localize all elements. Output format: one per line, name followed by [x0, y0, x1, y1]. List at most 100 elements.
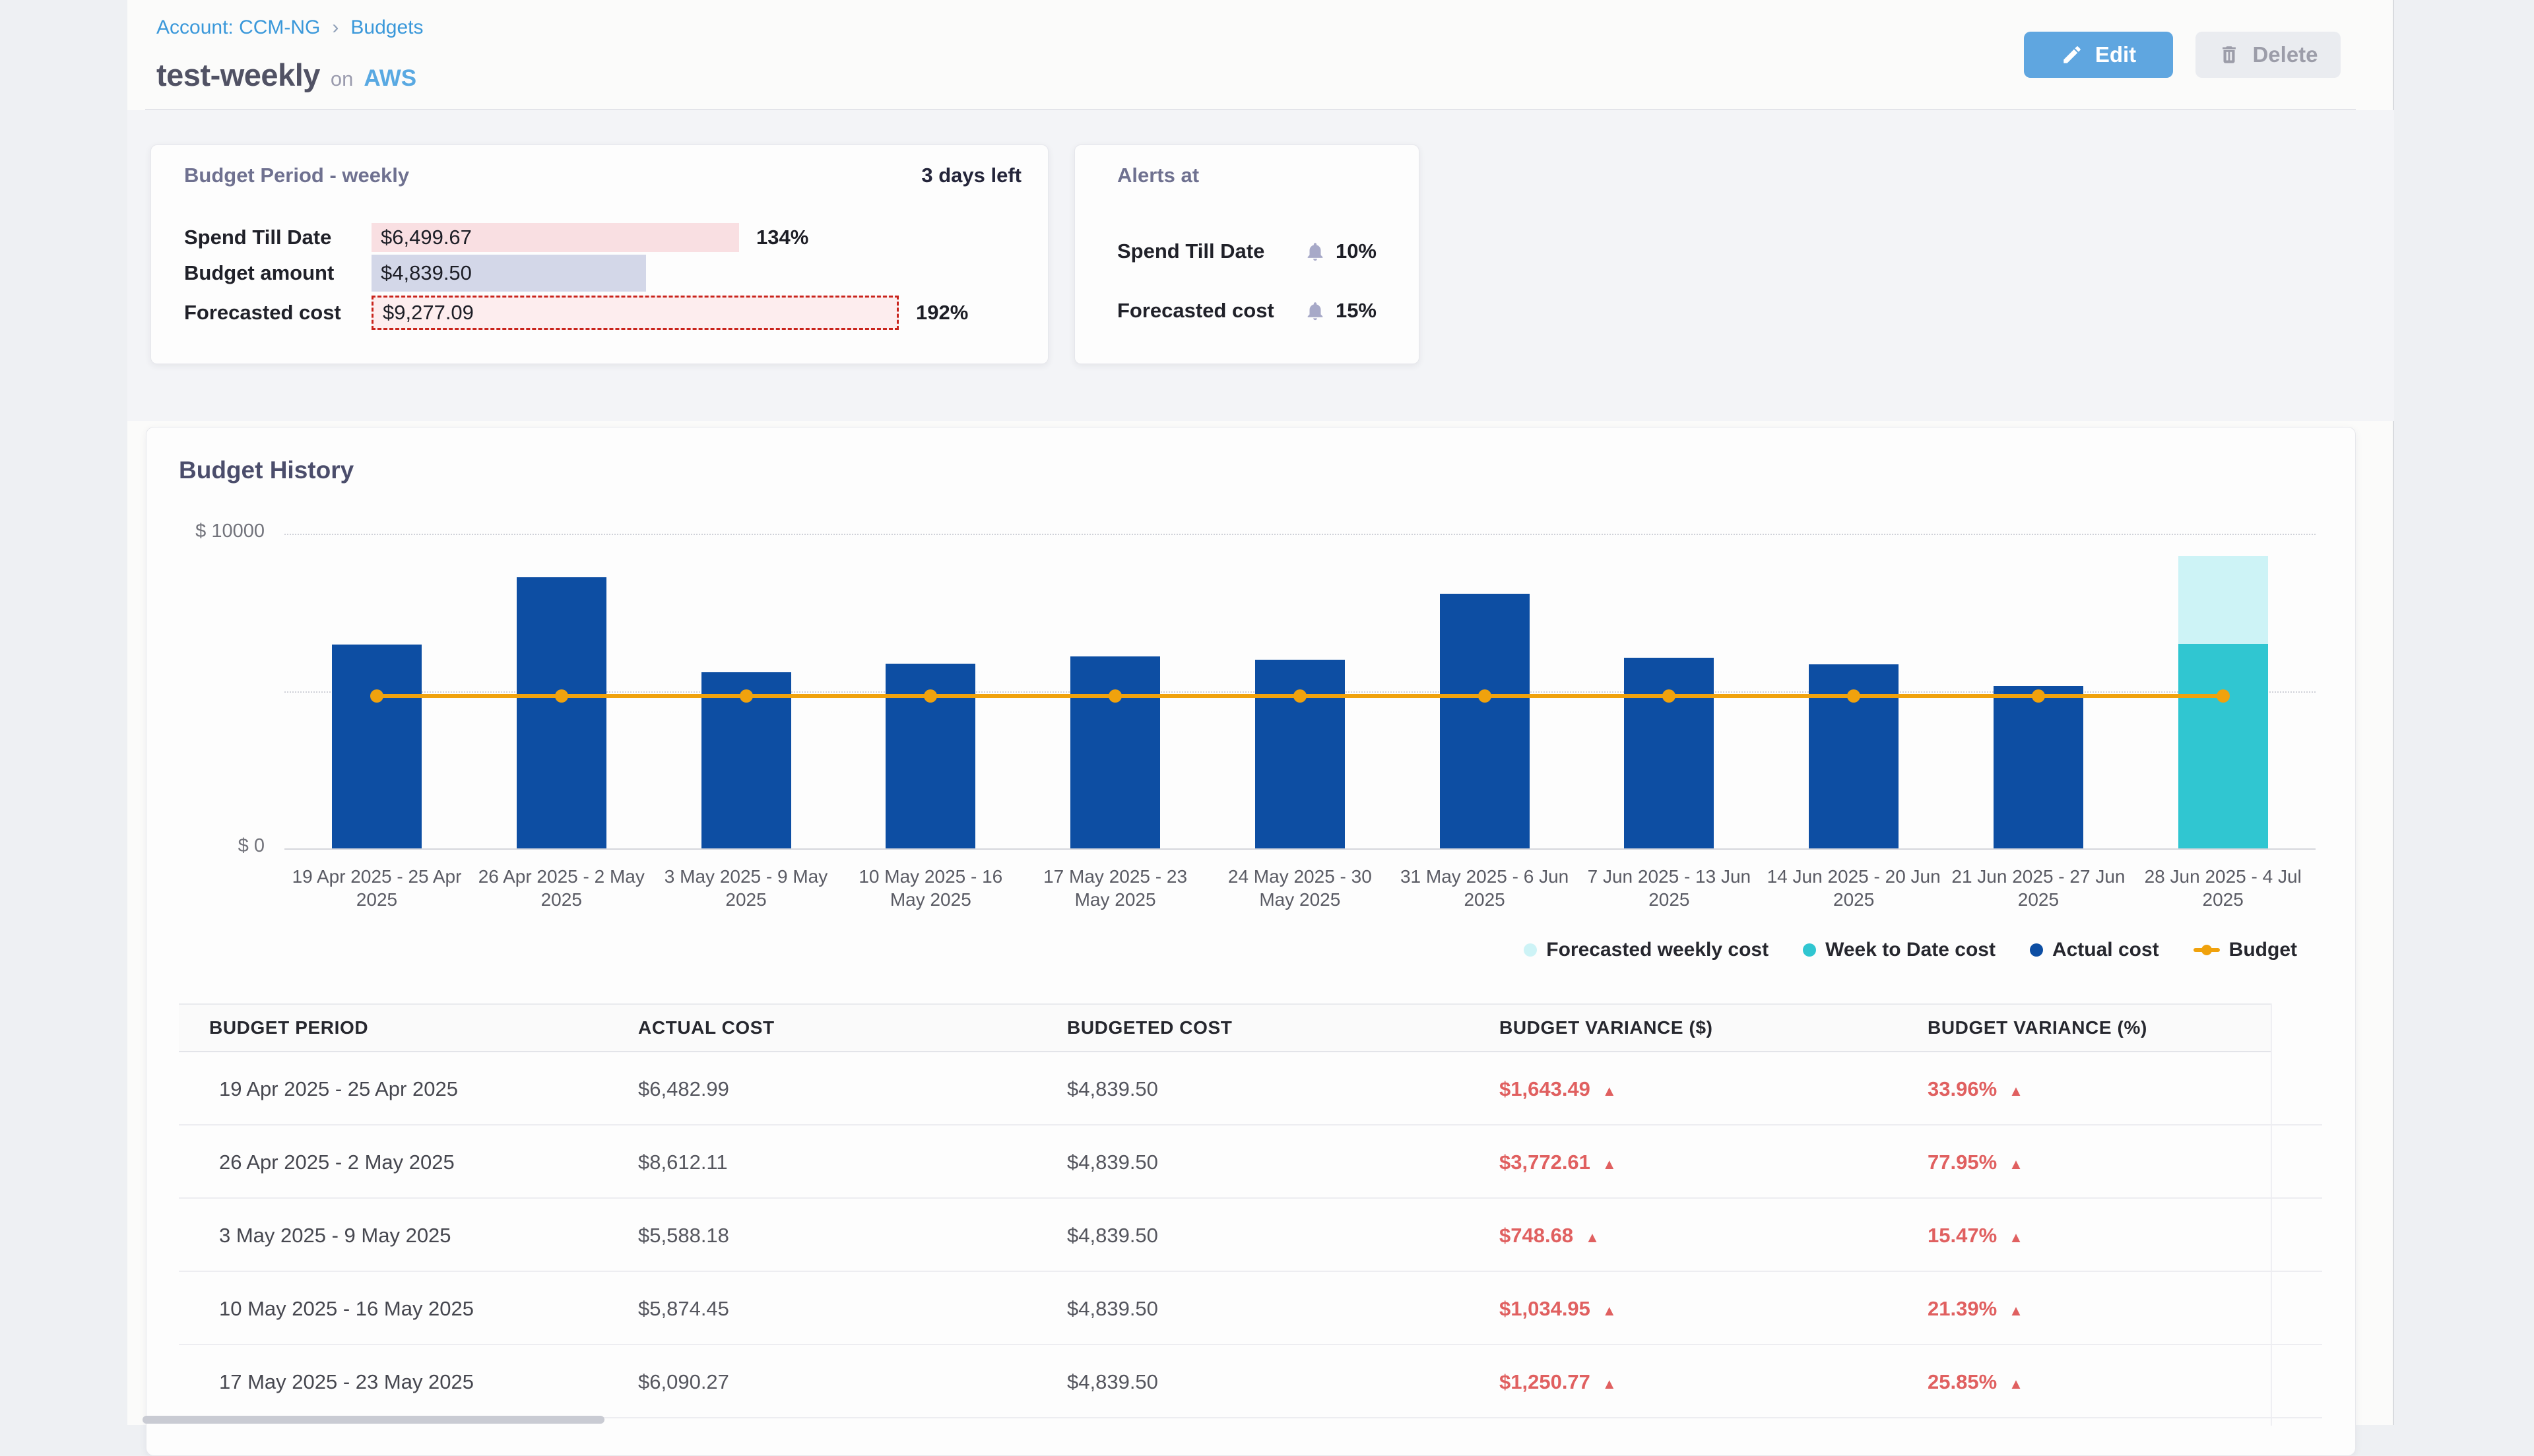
budget-period-card-title: Budget Period - weekly [184, 164, 409, 187]
chart-bar-actual-cost[interactable] [332, 645, 422, 848]
x-axis-label: 14 Jun 2025 - 20 Jun 2025 [1764, 865, 1943, 911]
chart-bar-week-to-date-cost[interactable] [2178, 644, 2268, 848]
legend-item-actual-cost[interactable]: Actual cost [2030, 939, 2159, 961]
budget-line-marker[interactable] [1478, 689, 1491, 703]
x-axis-label: 26 Apr 2025 - 2 May 2025 [472, 865, 651, 911]
budget-period-row-value: $6,499.67 [372, 226, 472, 249]
x-axis-label: 28 Jun 2025 - 4 Jul 2025 [2133, 865, 2313, 911]
budget-period-row-bar: $9,277.09 [372, 296, 899, 330]
table-cell: $8,612.11 [638, 1125, 728, 1199]
chart-bar-actual-cost[interactable] [1070, 656, 1160, 848]
legend-swatch-icon [1524, 943, 1537, 957]
table-cell-variance: $1,643.49▲ [1499, 1052, 1617, 1125]
x-axis-label: 17 May 2025 - 23 May 2025 [1025, 865, 1205, 911]
alert-row-threshold-group: 15% [1304, 292, 1377, 329]
chart-bar-actual-cost[interactable] [517, 577, 606, 848]
budget-period-row-bar: $6,499.67 [372, 223, 739, 252]
chart-gridline [284, 848, 2316, 850]
budget-line-marker[interactable] [2217, 689, 2230, 703]
variance-up-icon: ▲ [1602, 1156, 1617, 1172]
budget-period-row-bar: $4,839.50 [372, 255, 646, 292]
summary-band: Budget Period - weekly 3 days left Spend… [127, 110, 2394, 421]
breadcrumb-account-link[interactable]: Account: CCM-NG [156, 16, 320, 40]
alert-row-threshold-group: 10% [1304, 233, 1377, 270]
table-header-0: BUDGET PERIOD [209, 1003, 368, 1052]
table-cell-variance: 77.95%▲ [1928, 1125, 2023, 1199]
budget-line-marker[interactable] [740, 689, 753, 703]
table-header-3: BUDGET VARIANCE ($) [1499, 1003, 1713, 1052]
breadcrumb-separator-icon: › [332, 16, 339, 40]
edit-button[interactable]: Edit [2024, 32, 2173, 78]
table-cell: 10 May 2025 - 16 May 2025 [219, 1272, 474, 1345]
budget-period-card: Budget Period - weekly 3 days left Spend… [150, 144, 1049, 364]
table-cell: $6,090.27 [638, 1345, 729, 1418]
x-axis-label: 19 Apr 2025 - 25 Apr 2025 [287, 865, 467, 911]
edit-button-label: Edit [2095, 42, 2136, 67]
budget-period-row: Forecasted cost$9,277.09192% [151, 296, 1048, 330]
alert-row: Forecasted cost 15% [1075, 292, 1419, 329]
delete-button[interactable]: Delete [2195, 32, 2341, 78]
legend-item-forecasted-weekly-cost[interactable]: Forecasted weekly cost [1524, 939, 1769, 961]
table-cell: $6,482.99 [638, 1052, 729, 1125]
table-cell: 26 Apr 2025 - 2 May 2025 [219, 1125, 455, 1199]
table-cell: $4,839.50 [1067, 1125, 1158, 1199]
legend-swatch-icon [2030, 943, 2043, 957]
y-axis-tick-label: $ 0 [146, 835, 265, 857]
breadcrumb: Account: CCM-NG › Budgets [156, 16, 423, 40]
page-title-on-label: on [331, 67, 353, 91]
table-cell: $4,839.50 [1067, 1199, 1158, 1272]
pencil-icon [2061, 44, 2083, 66]
chart-bar-actual-cost[interactable] [1994, 686, 2083, 848]
table-cell: 19 Apr 2025 - 25 Apr 2025 [219, 1052, 458, 1125]
table-cell: $5,588.18 [638, 1199, 729, 1272]
legend-label: Forecasted weekly cost [1546, 939, 1769, 961]
x-axis-label: 10 May 2025 - 16 May 2025 [841, 865, 1020, 911]
bell-icon [1304, 300, 1326, 322]
legend-item-week-to-date-cost[interactable]: Week to Date cost [1803, 939, 1996, 961]
budget-period-row-value: $9,277.09 [374, 301, 474, 325]
table-cell-variance: 21.39%▲ [1928, 1272, 2023, 1345]
chart-bar-actual-cost[interactable] [1440, 594, 1530, 848]
variance-up-icon: ▲ [2009, 1229, 2023, 1246]
table-row: 26 Apr 2025 - 2 May 2025 $8,612.11 $4,839.… [179, 1125, 2322, 1199]
alerts-card: Alerts at Spend Till Date10%Forecasted c… [1074, 144, 1419, 364]
table-row: 10 May 2025 - 16 May 2025$5,874.45$4,839… [179, 1272, 2322, 1345]
budget-line-marker[interactable] [555, 689, 568, 703]
variance-up-icon: ▲ [1602, 1083, 1617, 1099]
budget-period-row-label: Forecasted cost [184, 296, 366, 330]
budget-line-marker[interactable] [370, 689, 383, 703]
budget-line-marker[interactable] [2032, 689, 2045, 703]
legend-item-budget[interactable]: Budget [2193, 939, 2297, 961]
horizontal-scrollbar-thumb[interactable] [143, 1416, 604, 1424]
chart-bar-actual-cost[interactable] [1255, 660, 1345, 848]
chart-bar-actual-cost[interactable] [1624, 658, 1714, 848]
alert-row-label: Spend Till Date [1117, 233, 1264, 270]
table-header-1: ACTUAL COST [638, 1003, 775, 1052]
y-axis-tick-label: $ 10000 [146, 521, 265, 542]
table-row: 19 Apr 2025 - 25 Apr 2025$6,482.99$4,839… [179, 1052, 2322, 1125]
breadcrumb-budgets-link[interactable]: Budgets [350, 16, 423, 40]
budget-line-marker[interactable] [1293, 689, 1307, 703]
x-axis-label: 24 May 2025 - 30 May 2025 [1210, 865, 1390, 911]
trash-icon [2218, 44, 2240, 66]
chart-gridline [284, 534, 2316, 535]
budget-period-row: Budget amount$4,839.50 [151, 255, 1048, 292]
variance-up-icon: ▲ [1585, 1229, 1600, 1246]
variance-up-icon: ▲ [2009, 1156, 2023, 1172]
days-left-label: 3 days left [921, 164, 1022, 187]
budget-period-row: Spend Till Date$6,499.67134% [151, 223, 1048, 252]
x-axis-label: 21 Jun 2025 - 27 Jun 2025 [1949, 865, 2128, 911]
alert-row-label: Forecasted cost [1117, 292, 1274, 329]
table-cell-variance: $3,772.61▲ [1499, 1125, 1617, 1199]
table-header-2: BUDGETED COST [1067, 1003, 1232, 1052]
page-title-row: test-weekly on AWS [156, 57, 416, 93]
budget-period-row-percent: 134% [756, 223, 808, 252]
table-cell-variance: $1,034.95▲ [1499, 1272, 1617, 1345]
chart-bar-forecasted-weekly-cost[interactable] [2178, 556, 2268, 643]
table-row: 3 May 2025 - 9 May 2025$5,588.18$4,839.5… [179, 1199, 2322, 1272]
table-cell-variance: 33.96%▲ [1928, 1052, 2023, 1125]
main-content-panel: Account: CCM-NG › Budgets test-weekly on… [127, 0, 2394, 1425]
table-cell: $4,839.50 [1067, 1345, 1158, 1418]
x-axis-label: 3 May 2025 - 9 May 2025 [657, 865, 836, 911]
table-header-4: BUDGET VARIANCE (%) [1928, 1003, 2147, 1052]
